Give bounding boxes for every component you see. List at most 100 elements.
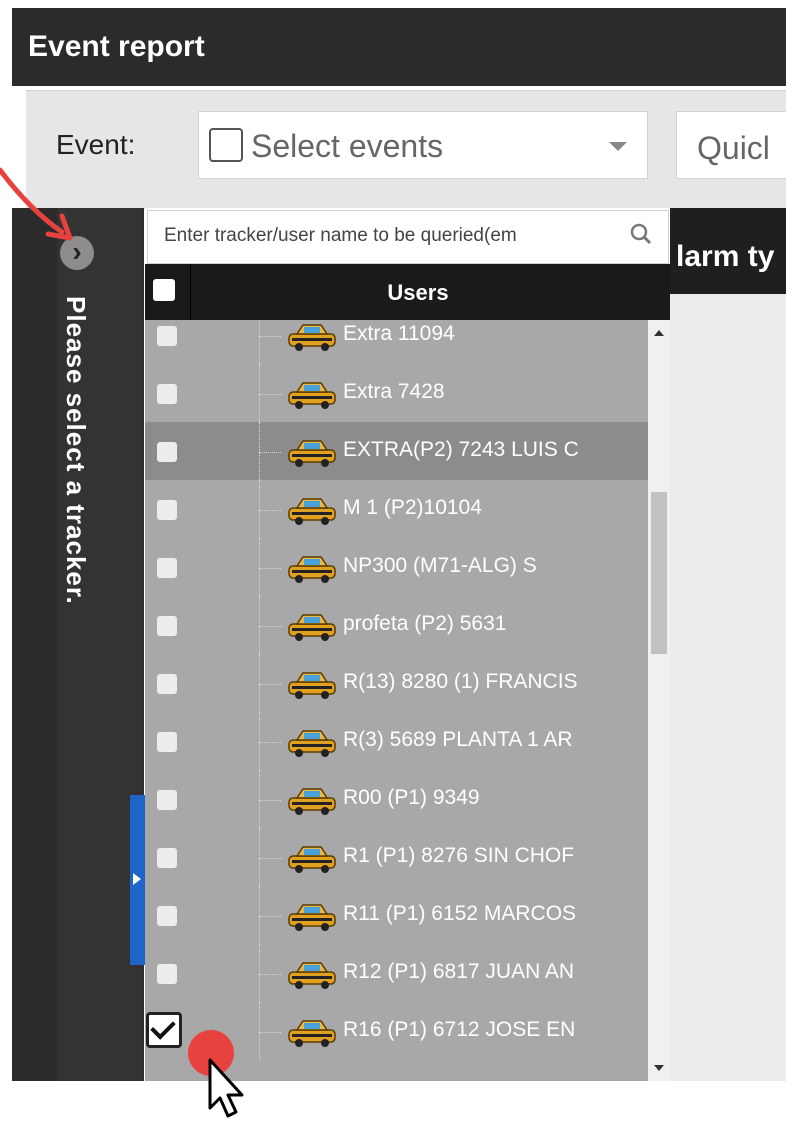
tracker-list-scrollbar[interactable] [648,320,670,1081]
tracker-search-box[interactable] [147,210,669,264]
quick-select-label: Quicl [697,130,770,166]
select-events-placeholder: Select events [251,128,444,164]
tree-connector [259,364,261,422]
select-events-checkbox[interactable] [209,128,243,162]
tree-connector [259,320,261,364]
tracker-checkbox[interactable] [157,616,177,636]
tracker-row[interactable]: profeta (P2) 5631 [145,596,648,654]
annotation-arrow-icon [0,167,73,241]
tracker-list: Extra 11094 Extra 7428 EXTRA(P2) 7243 LUIS… [145,320,648,1081]
tracker-row[interactable]: NP300 (M71-ALG) S [145,538,648,596]
mouse-cursor-icon [208,1058,244,1118]
tree-connector [259,800,281,802]
tracker-name: Extra 7428 [343,380,445,403]
users-header-label: Users [387,280,449,305]
tracker-name: EXTRA(P2) 7243 LUIS C [343,438,579,461]
taxi-car-icon [288,846,336,873]
taxi-car-icon [288,788,336,815]
panel-collapse-handle[interactable] [130,795,146,965]
tracker-row[interactable]: EXTRA(P2) 7243 LUIS C [145,422,648,480]
alarm-type-column-header[interactable]: larm ty [676,240,774,274]
report-grid [670,208,786,1081]
tracker-checkbox[interactable] [157,964,177,984]
taxi-car-icon [288,498,336,525]
tracker-checkbox[interactable] [157,674,177,694]
tracker-row[interactable]: R1 (P1) 8276 SIN CHOF [145,828,648,886]
taxi-car-icon [288,440,336,467]
tracker-name: R(13) 8280 (1) FRANCIS [343,670,578,693]
taxi-car-icon [288,556,336,583]
tracker-checkbox[interactable] [157,326,177,346]
tree-connector [259,510,281,512]
select-events-dropdown[interactable]: Select events [198,111,648,179]
arrow-right-icon [133,873,141,885]
taxi-car-icon [288,962,336,989]
tracker-name: R12 (P1) 6817 JUAN AN [343,960,575,983]
tracker-row[interactable]: R11 (P1) 6152 MARCOS [145,886,648,944]
tree-connector [259,568,281,570]
quick-select-dropdown[interactable]: Quicl [676,111,786,179]
tracker-name: profeta (P2) 5631 [343,612,507,635]
tree-connector [259,770,261,828]
taxi-car-icon [288,1020,336,1047]
tree-connector [259,712,261,770]
tracker-row[interactable]: M 1 (P2)10104 [145,480,648,538]
tree-connector [259,596,261,654]
select-tracker-prompt: Please select a tracker. [61,296,91,605]
tracker-checkbox[interactable] [157,790,177,810]
taxi-car-icon [288,382,336,409]
tracker-checkbox[interactable] [157,848,177,868]
tracker-name: M 1 (P2)10104 [343,496,482,519]
tracker-checkbox[interactable] [157,906,177,926]
tracker-checkbox[interactable] [157,558,177,578]
taxi-car-icon [288,614,336,641]
taxi-car-icon [288,730,336,757]
tracker-checkbox[interactable] [157,500,177,520]
tracker-name: R1 (P1) 8276 SIN CHOF [343,844,575,867]
tracker-checkbox[interactable] [157,384,177,404]
tree-connector [259,336,281,338]
tracker-name: Extra 11094 [343,322,455,345]
tracker-checkbox[interactable] [157,732,177,752]
tracker-row[interactable]: R(13) 8280 (1) FRANCIS [145,654,648,712]
tracker-checkbox[interactable] [146,1012,182,1048]
filter-bar: Event: Select events Quicl [26,90,786,209]
tree-connector [259,828,261,886]
scroll-down-icon[interactable] [654,1065,664,1071]
tree-connector [259,654,261,712]
tracker-checkbox[interactable] [157,442,177,462]
scroll-up-icon[interactable] [654,330,664,336]
tracker-row[interactable]: Extra 7428 [145,364,648,422]
tracker-name: R16 (P1) 6712 JOSE EN [343,1018,576,1041]
tracker-search-input[interactable] [162,224,620,248]
select-all-checkbox[interactable] [153,279,175,301]
tree-connector [259,452,281,454]
tree-connector [259,742,281,744]
tree-connector [259,858,281,860]
tree-connector [259,886,261,944]
tree-connector [259,480,261,538]
tree-connector [259,916,281,918]
tree-connector [259,1002,261,1060]
tree-connector [259,422,261,480]
taxi-car-icon [288,324,336,351]
users-column-header: Users [145,264,670,320]
tracker-row[interactable]: R12 (P1) 6817 JUAN AN [145,944,648,1002]
search-icon[interactable] [630,223,652,245]
tracker-name: R00 (P1) 9349 [343,786,480,809]
tracker-row[interactable]: R00 (P1) 9349 [145,770,648,828]
tracker-name: R(3) 5689 PLANTA 1 AR [343,728,573,751]
tracker-row[interactable]: R(3) 5689 PLANTA 1 AR [145,712,648,770]
tracker-name: NP300 (M71-ALG) S [343,554,537,577]
tracker-name: R11 (P1) 6152 MARCOS [343,902,577,925]
chevron-down-icon [609,142,627,151]
scrollbar-thumb[interactable] [651,492,667,654]
taxi-car-icon [288,672,336,699]
tree-connector [259,626,281,628]
tracker-row[interactable]: Extra 11094 [145,320,648,364]
tree-connector [259,684,281,686]
tree-connector [259,394,281,396]
window-title: Event report [28,30,205,63]
tracker-tree-panel: Users Extra 11094 Extra 7428 EXTRA(P2) 724… [145,208,670,1081]
tree-connector [259,944,261,1002]
